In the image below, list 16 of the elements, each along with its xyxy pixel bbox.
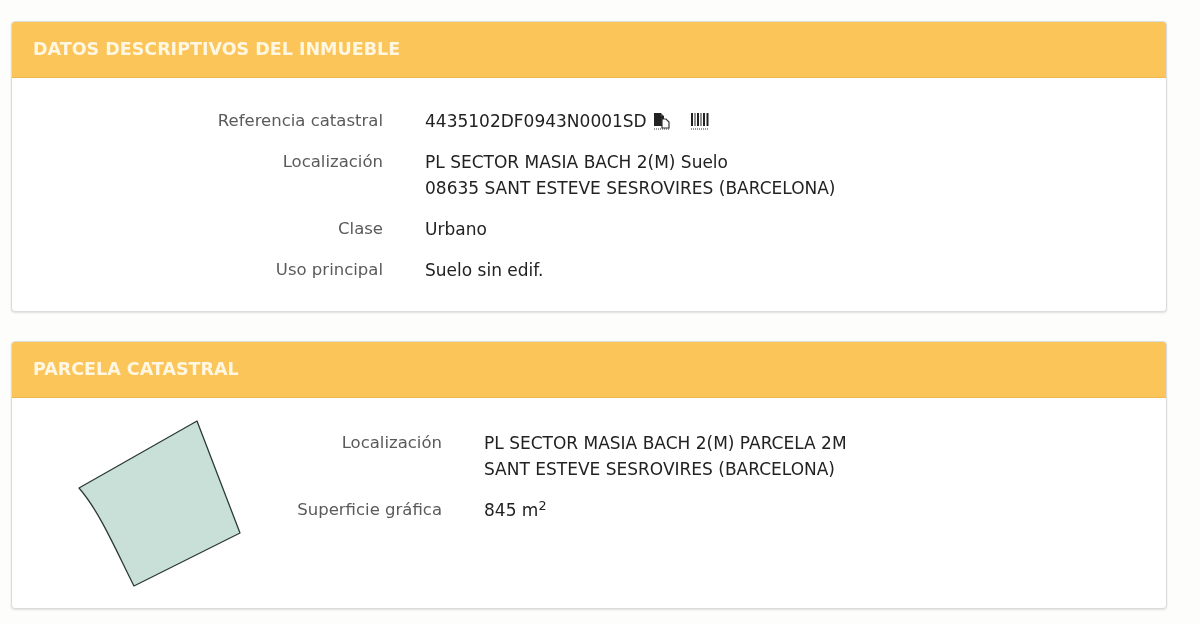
panel-title: DATOS DESCRIPTIVOS DEL INMUEBLE <box>33 40 401 59</box>
field-value: Suelo sin edif. <box>425 259 544 282</box>
field-value: PL SECTOR MASIA BACH 2(M) PARCELA 2M SANT ESTEVE SESROVIRES (BARCELONA) <box>484 432 847 481</box>
document-icon[interactable] <box>651 112 670 130</box>
field-value: PL SECTOR MASIA BACH 2(M) Suelo 08635 SANT ESTEVE SESROVIRES (BARCELONA) <box>425 151 836 200</box>
field-label: Superficie gráfica <box>297 499 442 521</box>
barcode-icon[interactable] <box>689 112 710 130</box>
field-value: Urbano <box>425 218 487 241</box>
field-label: Clase <box>338 218 383 240</box>
field-label: Uso principal <box>275 259 383 281</box>
field-value: 845 m$^{2}$ <box>484 497 547 522</box>
field-label: Localización <box>341 432 442 454</box>
field-label: Localización <box>282 151 383 173</box>
field-value: 4435102DF0943N0001SD <box>425 110 647 133</box>
panel-title: PARCELA CATASTRAL <box>33 360 239 379</box>
field-label: Referencia catastral <box>217 110 383 132</box>
